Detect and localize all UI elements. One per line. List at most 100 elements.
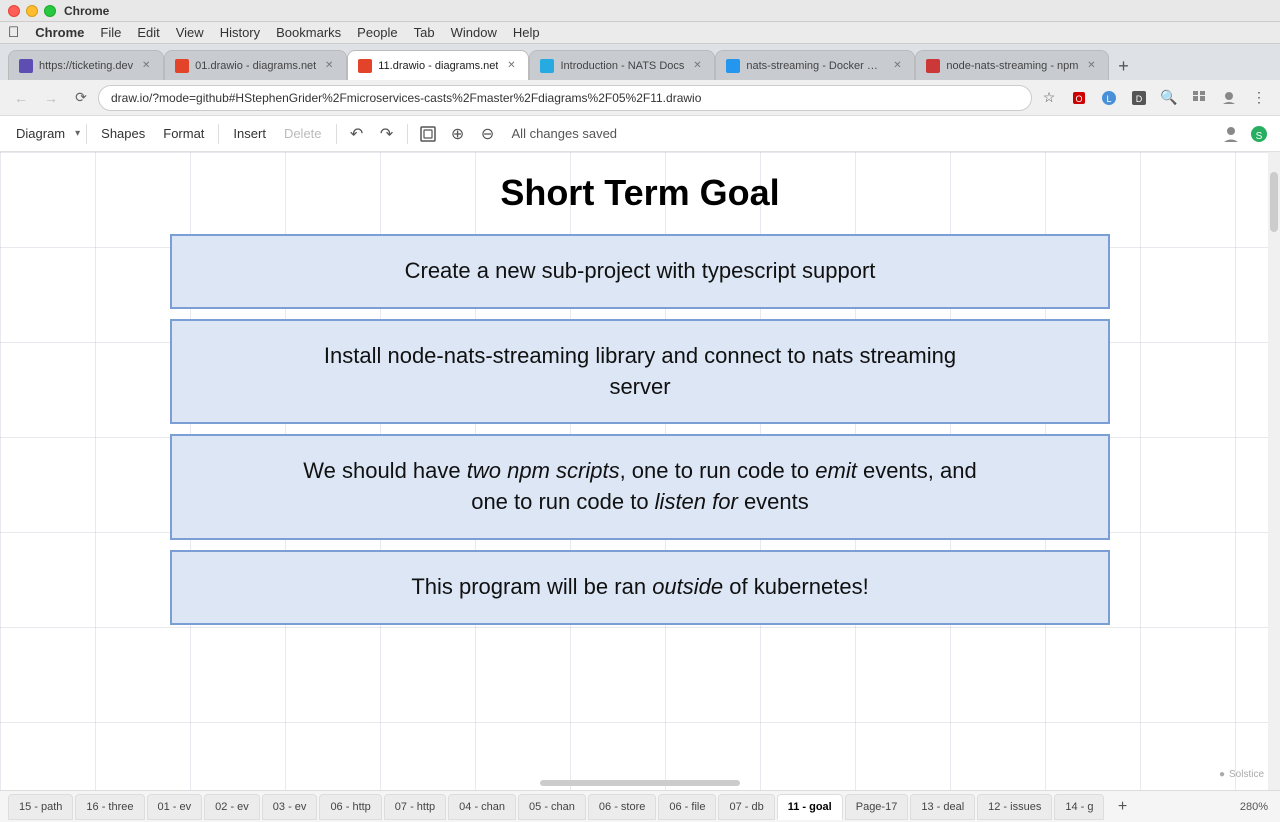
tab-docker[interactable]: nats-streaming - Docker Hub ✕ bbox=[715, 50, 915, 80]
profile-icon[interactable] bbox=[1216, 85, 1242, 111]
page-tab-06-file[interactable]: 06 - file bbox=[658, 794, 716, 820]
tab-favicon-docker bbox=[726, 59, 740, 73]
tab-close-nats[interactable]: ✕ bbox=[690, 59, 704, 73]
maximize-button[interactable] bbox=[44, 5, 56, 17]
mac-menu-tab[interactable]: Tab bbox=[406, 21, 443, 44]
format-menu[interactable]: Format bbox=[155, 122, 212, 145]
tab-close-docker[interactable]: ✕ bbox=[890, 59, 904, 73]
new-tab-button[interactable]: + bbox=[1109, 52, 1137, 80]
page-tab-03-ev[interactable]: 03 - ev bbox=[262, 794, 318, 820]
reload-button[interactable]: ⟳ bbox=[68, 85, 94, 111]
tab-ticketing[interactable]: https://ticketing.dev ✕ bbox=[8, 50, 164, 80]
close-button[interactable] bbox=[8, 5, 20, 17]
shapes-menu[interactable]: Shapes bbox=[93, 122, 153, 145]
drawio-menu-bar: Diagram ▾ Shapes Format Insert Delete ↶ … bbox=[0, 116, 1280, 152]
page-tab-06-http[interactable]: 06 - http bbox=[319, 794, 381, 820]
page-tab-01-ev[interactable]: 01 - ev bbox=[147, 794, 203, 820]
fit-page-button[interactable] bbox=[414, 120, 442, 148]
diagram-container: Short Term Goal Create a new sub-project… bbox=[0, 172, 1280, 635]
zoom-in-button[interactable]: ⊕ bbox=[444, 120, 472, 148]
zoom-out-button[interactable]: ⊖ bbox=[474, 120, 502, 148]
add-page-button[interactable]: + bbox=[1110, 795, 1134, 819]
tab-close-npm[interactable]: ✕ bbox=[1084, 59, 1098, 73]
box3-text: We should have two npm scripts, one to r… bbox=[303, 456, 976, 518]
user-icon[interactable] bbox=[1218, 121, 1244, 147]
bookmark-icon[interactable]: ☆ bbox=[1036, 85, 1062, 111]
diagram-title: Short Term Goal bbox=[500, 172, 779, 214]
toolbar-right: ☆ O L D 🔍 ⋮ bbox=[1036, 85, 1272, 111]
scrollbar-thumb[interactable] bbox=[1270, 172, 1278, 232]
diagram-menu[interactable]: Diagram bbox=[8, 122, 73, 145]
address-bar-row: ← → ⟳ draw.io/?mode=github#HStephenGride… bbox=[0, 80, 1280, 116]
app-title: Chrome bbox=[64, 4, 109, 18]
undo-button[interactable]: ↶ bbox=[343, 120, 371, 148]
page-tab-06-store[interactable]: 06 - store bbox=[588, 794, 656, 820]
tab-favicon-nats bbox=[540, 59, 554, 73]
share-icon[interactable]: S bbox=[1246, 121, 1272, 147]
extensions-icon[interactable] bbox=[1186, 85, 1212, 111]
apple-icon[interactable]:  bbox=[8, 24, 19, 41]
page-tab-05-chan[interactable]: 05 - chan bbox=[518, 794, 586, 820]
minimize-button[interactable] bbox=[26, 5, 38, 17]
mac-menu-bookmarks[interactable]: Bookmarks bbox=[268, 21, 349, 44]
page-tab-12-issues[interactable]: 12 - issues bbox=[977, 794, 1052, 820]
svg-text:L: L bbox=[1106, 94, 1111, 104]
diagram-box-1[interactable]: Create a new sub-project with typescript… bbox=[170, 234, 1110, 309]
extension-icon2[interactable]: L bbox=[1096, 85, 1122, 111]
delete-menu[interactable]: Delete bbox=[276, 122, 330, 145]
mac-menu-file[interactable]: File bbox=[92, 21, 129, 44]
tab-title-npm: node-nats-streaming - npm bbox=[946, 60, 1078, 72]
page-tab-07-http[interactable]: 07 - http bbox=[384, 794, 446, 820]
tab-close-ticket[interactable]: ✕ bbox=[139, 59, 153, 73]
mac-menu-edit[interactable]: Edit bbox=[129, 21, 167, 44]
mac-menu-people[interactable]: People bbox=[349, 21, 405, 44]
page-tab-15-path[interactable]: 15 - path bbox=[8, 794, 73, 820]
tab-nats-docs[interactable]: Introduction - NATS Docs ✕ bbox=[529, 50, 715, 80]
page-tab-page17[interactable]: Page-17 bbox=[845, 794, 909, 820]
redo-button[interactable]: ↷ bbox=[373, 120, 401, 148]
mac-menu-view[interactable]: View bbox=[168, 21, 212, 44]
tab-drawio1[interactable]: 01.drawio - diagrams.net ✕ bbox=[164, 50, 347, 80]
tab-title-docker: nats-streaming - Docker Hub bbox=[746, 60, 884, 72]
title-bar: Chrome bbox=[0, 0, 1280, 22]
diagram-box-4[interactable]: This program will be ran outside of kube… bbox=[170, 550, 1110, 625]
forward-button[interactable]: → bbox=[38, 85, 64, 111]
box4-text: This program will be ran outside of kube… bbox=[411, 572, 868, 603]
insert-menu[interactable]: Insert bbox=[225, 122, 274, 145]
page-tab-04-chan[interactable]: 04 - chan bbox=[448, 794, 516, 820]
page-tab-02-ev[interactable]: 02 - ev bbox=[204, 794, 260, 820]
extension-icon1[interactable]: O bbox=[1066, 85, 1092, 111]
page-tab-13-deal[interactable]: 13 - deal bbox=[910, 794, 975, 820]
save-status: All changes saved bbox=[512, 126, 618, 141]
tab-npm[interactable]: node-nats-streaming - npm ✕ bbox=[915, 50, 1109, 80]
tab-drawio11[interactable]: 11.drawio - diagrams.net ✕ bbox=[347, 50, 529, 80]
extension-icon3[interactable]: D bbox=[1126, 85, 1152, 111]
mac-menu-window[interactable]: Window bbox=[443, 21, 505, 44]
page-tab-11-goal[interactable]: 11 - goal bbox=[777, 794, 843, 820]
tab-favicon-npm bbox=[926, 59, 940, 73]
diagram-box-2[interactable]: Install node-nats-streaming library and … bbox=[170, 319, 1110, 425]
tab-favicon-drawio1 bbox=[175, 59, 189, 73]
search-icon[interactable]: 🔍 bbox=[1156, 85, 1182, 111]
tab-favicon-ticket bbox=[19, 59, 33, 73]
menu-icon[interactable]: ⋮ bbox=[1246, 85, 1272, 111]
page-tab-07-db[interactable]: 07 - db bbox=[718, 794, 774, 820]
page-tab-16-three[interactable]: 16 - three bbox=[75, 794, 144, 820]
box1-text: Create a new sub-project with typescript… bbox=[405, 256, 876, 287]
right-scrollbar[interactable] bbox=[1268, 152, 1280, 790]
mac-menu-help[interactable]: Help bbox=[505, 21, 548, 44]
page-tab-14-g[interactable]: 14 - g bbox=[1054, 794, 1104, 820]
diagram-box-3[interactable]: We should have two npm scripts, one to r… bbox=[170, 434, 1110, 540]
svg-text:O: O bbox=[1075, 94, 1082, 104]
traffic-lights[interactable] bbox=[8, 5, 56, 17]
tab-close-drawio1[interactable]: ✕ bbox=[322, 59, 336, 73]
back-button[interactable]: ← bbox=[8, 85, 34, 111]
tab-close-drawio11[interactable]: ✕ bbox=[504, 59, 518, 73]
mac-menu-chrome[interactable]: Chrome bbox=[27, 21, 92, 44]
horizontal-scrollbar[interactable] bbox=[540, 780, 740, 786]
tab-title-drawio1: 01.drawio - diagrams.net bbox=[195, 60, 316, 72]
canvas-area[interactable]: Short Term Goal Create a new sub-project… bbox=[0, 152, 1280, 790]
mac-menu-history[interactable]: History bbox=[212, 21, 268, 44]
box2-text: Install node-nats-streaming library and … bbox=[324, 341, 956, 403]
address-input[interactable]: draw.io/?mode=github#HStephenGrider%2Fmi… bbox=[98, 85, 1032, 111]
